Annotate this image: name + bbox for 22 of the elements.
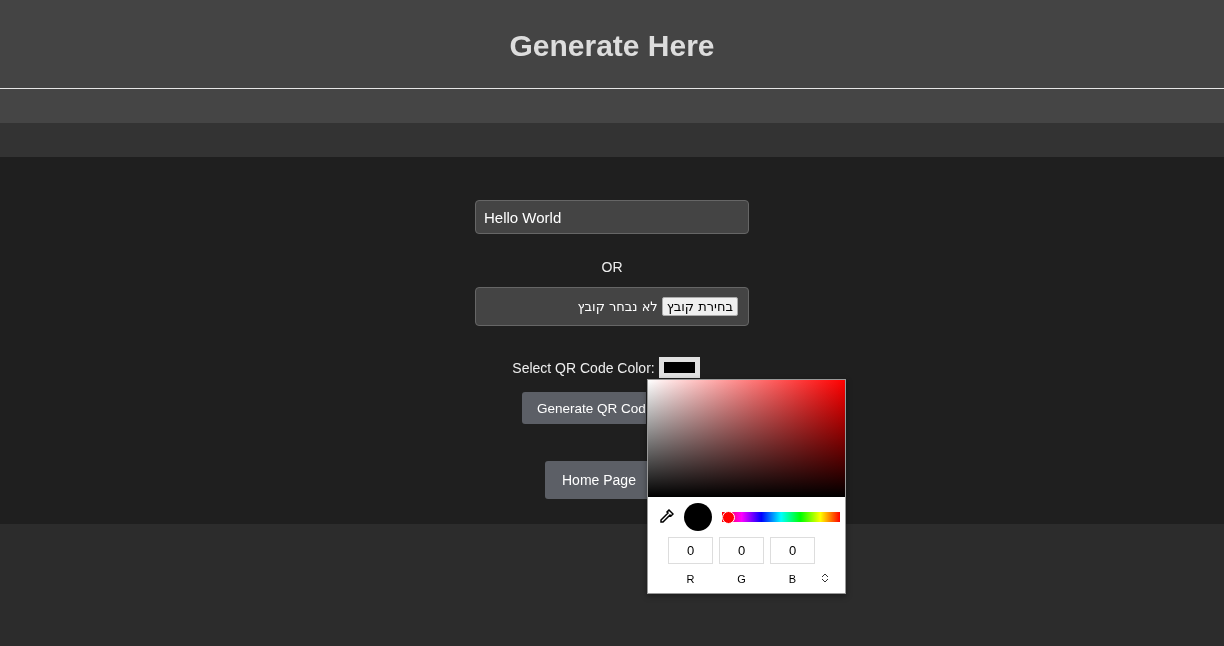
or-separator: OR — [601, 259, 623, 275]
color-swatch[interactable] — [658, 357, 700, 378]
channel-input[interactable]: 0 — [719, 537, 764, 564]
color-preview — [684, 503, 712, 531]
page-title: Generate Here — [509, 28, 715, 63]
generate-button[interactable]: Generate QR Cod — [522, 392, 646, 424]
choose-file-button[interactable]: בחירת קובץ — [661, 297, 738, 316]
channel-label: R — [686, 573, 695, 585]
hue-thumb[interactable] — [722, 510, 735, 524]
hue-slider[interactable] — [722, 510, 840, 524]
home-button[interactable]: Home Page — [545, 461, 647, 499]
saturation-area[interactable] — [648, 380, 845, 497]
eyedropper-icon[interactable] — [658, 509, 674, 525]
file-input[interactable]: בחירת קובץ לא נבחר קובץ — [475, 287, 749, 326]
channel-label: B — [788, 573, 797, 585]
file-status: לא נבחר קובץ — [577, 299, 658, 314]
channel-input[interactable]: 0 — [770, 537, 815, 564]
mode-toggle-icon[interactable] — [821, 573, 829, 583]
text-input[interactable]: Hello World — [475, 200, 749, 234]
channel-label: G — [737, 573, 746, 585]
color-label: Select QR Code Color: — [512, 359, 655, 376]
channel-input[interactable]: 0 — [668, 537, 713, 564]
